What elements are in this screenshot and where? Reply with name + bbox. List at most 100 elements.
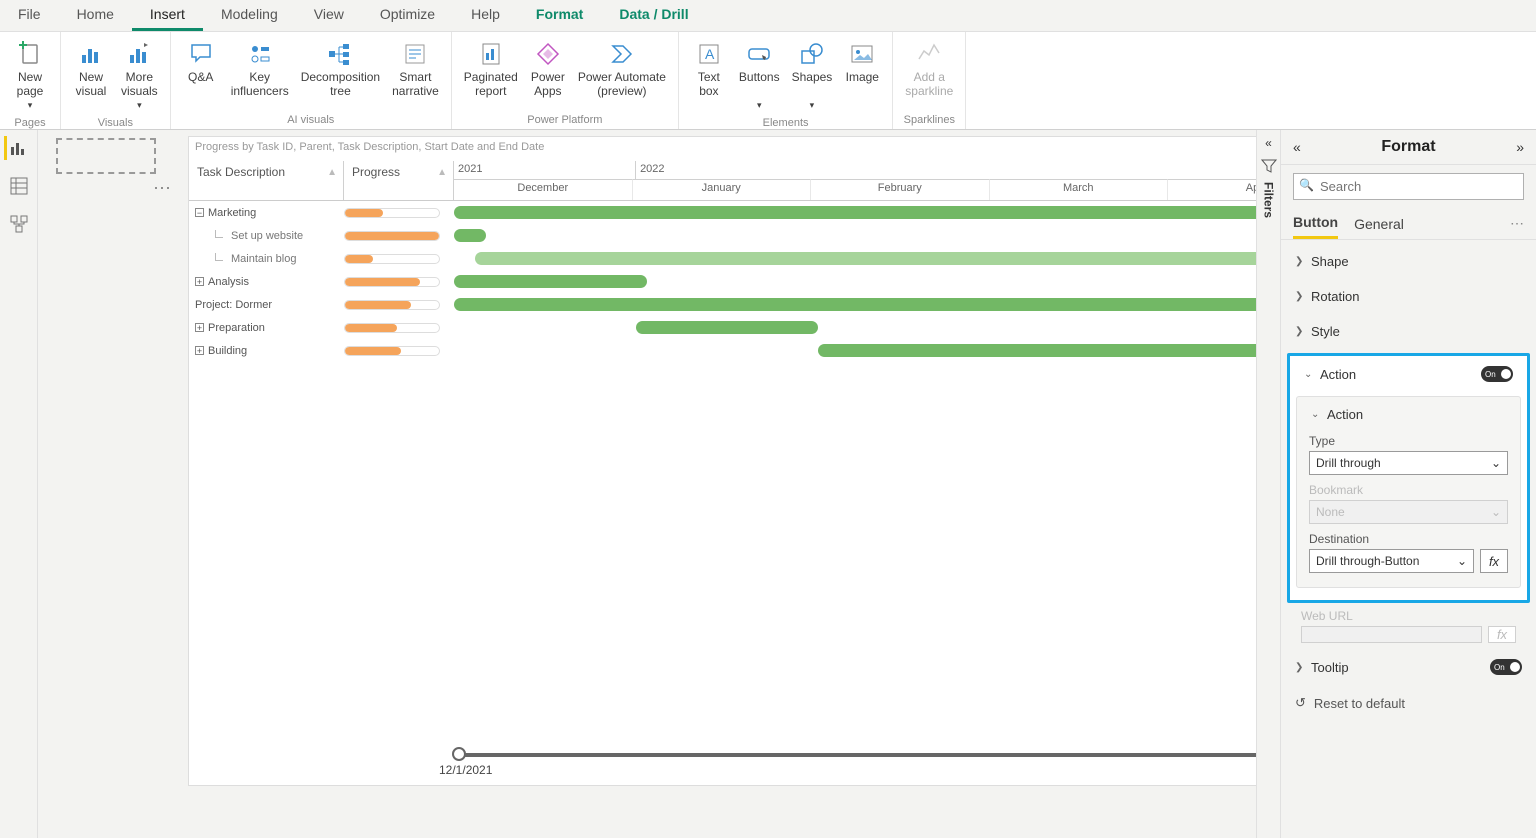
- menu-optimize[interactable]: Optimize: [362, 0, 453, 31]
- expander-icon[interactable]: +: [195, 323, 204, 332]
- text-box-button[interactable]: A Text box: [685, 36, 733, 102]
- menu-data-drill[interactable]: Data / Drill: [601, 0, 706, 31]
- format-tab-button[interactable]: Button: [1293, 208, 1338, 239]
- button-icon: [743, 40, 775, 68]
- task-name: Preparation: [208, 322, 265, 334]
- column-task[interactable]: Task Description▲: [189, 161, 344, 200]
- task-name: Building: [208, 345, 247, 357]
- shapes-button[interactable]: Shapes▾: [786, 36, 839, 116]
- chevron-right-icon: ❯: [1295, 256, 1305, 267]
- sort-icon: ▲: [437, 167, 447, 178]
- key-influencers-button[interactable]: Key influencers: [225, 36, 295, 102]
- ribbon-group-platform: Power Platform: [452, 113, 678, 129]
- report-view-icon[interactable]: [4, 136, 28, 160]
- progress-cell: [344, 208, 454, 218]
- menu-help[interactable]: Help: [453, 0, 518, 31]
- section-action[interactable]: ⌄ Action On: [1290, 356, 1527, 392]
- tooltip-toggle[interactable]: On: [1490, 659, 1522, 675]
- type-dropdown[interactable]: Drill through⌄: [1309, 451, 1508, 475]
- menu-file[interactable]: File: [0, 0, 59, 31]
- model-view-icon[interactable]: [7, 212, 31, 236]
- section-shape[interactable]: ❯Shape: [1281, 244, 1536, 279]
- filters-panel-collapsed[interactable]: « Filters: [1256, 130, 1280, 838]
- ribbon-group-sparklines: Sparklines: [893, 113, 965, 129]
- ribbon-group-ai: AI visuals: [171, 113, 451, 129]
- gantt-bar[interactable]: [475, 252, 1321, 265]
- weburl-input: [1301, 626, 1482, 643]
- gantt-bar[interactable]: [454, 206, 1332, 219]
- gantt-bar[interactable]: [454, 275, 647, 288]
- reset-to-default[interactable]: ↺ Reset to default: [1281, 685, 1536, 721]
- menu-format[interactable]: Format: [518, 0, 601, 31]
- paginated-report-button[interactable]: Paginated report: [458, 36, 524, 102]
- selected-button-visual[interactable]: [56, 138, 156, 174]
- format-search-input[interactable]: [1293, 173, 1524, 200]
- section-tooltip[interactable]: ❯ Tooltip On: [1281, 649, 1536, 685]
- power-apps-icon: [532, 40, 564, 68]
- visual-more-options[interactable]: ⋯: [153, 178, 171, 199]
- chevron-right-icon: ❯: [1295, 662, 1305, 673]
- slider-handle-start[interactable]: [452, 747, 466, 761]
- format-panel: « Format » 🔍 Button General ⋯ ❯Shape ❯Ro…: [1280, 130, 1536, 838]
- destination-dropdown[interactable]: Drill through-Button⌄: [1309, 549, 1474, 573]
- format-tab-general[interactable]: General: [1354, 210, 1404, 238]
- smart-narrative-button[interactable]: Smart narrative: [386, 36, 445, 102]
- search-icon: 🔍: [1299, 178, 1314, 192]
- weburl-fx-button: fx: [1488, 626, 1516, 643]
- slider-start-label: 12/1/2021: [439, 763, 492, 777]
- task-cell: + Building: [189, 345, 344, 357]
- menu-tabs: File Home Insert Modeling View Optimize …: [0, 0, 1536, 32]
- reset-icon: ↺: [1295, 695, 1306, 711]
- column-progress[interactable]: Progress▲: [344, 161, 454, 200]
- section-rotation[interactable]: ❯Rotation: [1281, 279, 1536, 314]
- task-name: Analysis: [208, 276, 249, 288]
- destination-label: Destination: [1309, 532, 1508, 546]
- chevron-down-icon: ⌄: [1311, 409, 1321, 420]
- new-page-button[interactable]: New page▾: [6, 36, 54, 116]
- qa-button[interactable]: Q&A: [177, 36, 225, 88]
- task-cell: Set up website: [189, 230, 344, 242]
- menu-insert[interactable]: Insert: [132, 0, 203, 31]
- expander-icon[interactable]: −: [195, 208, 204, 217]
- section-style[interactable]: ❯Style: [1281, 314, 1536, 349]
- task-cell: −Marketing: [189, 207, 344, 219]
- gantt-bar[interactable]: [454, 298, 1332, 311]
- progress-cell: [344, 300, 454, 310]
- expand-right-icon[interactable]: »: [1516, 139, 1524, 155]
- bookmark-dropdown: None⌄: [1309, 500, 1508, 524]
- new-visual-button[interactable]: New visual: [67, 36, 115, 102]
- menu-modeling[interactable]: Modeling: [203, 0, 296, 31]
- section-action-inner[interactable]: ⌄ Action: [1297, 397, 1520, 432]
- decomposition-tree-button[interactable]: Decomposition tree: [295, 36, 386, 102]
- tree-icon: [324, 40, 356, 68]
- task-name: Maintain blog: [231, 253, 296, 265]
- expander-icon[interactable]: +: [195, 277, 204, 286]
- key-influencers-icon: [244, 40, 276, 68]
- collapse-icon: «: [1265, 136, 1272, 150]
- menu-home[interactable]: Home: [59, 0, 132, 31]
- filter-icon: [1261, 158, 1277, 174]
- gantt-bar[interactable]: [636, 321, 818, 334]
- data-view-icon[interactable]: [7, 174, 31, 198]
- chevron-down-icon: ⌄: [1304, 369, 1314, 380]
- tree-connector: [215, 230, 223, 238]
- more-visuals-button[interactable]: More visuals▾: [115, 36, 164, 116]
- task-cell: Project: Dormer: [189, 299, 344, 311]
- tree-connector: [215, 253, 223, 261]
- power-apps-button[interactable]: Power Apps: [524, 36, 572, 102]
- menu-view[interactable]: View: [296, 0, 362, 31]
- format-tab-more[interactable]: ⋯: [1510, 215, 1524, 232]
- chevron-down-icon: ⌄: [1457, 554, 1467, 568]
- destination-fx-button[interactable]: fx: [1480, 549, 1508, 573]
- power-automate-button[interactable]: Power Automate (preview): [572, 36, 672, 102]
- chevron-down-icon: ⌄: [1491, 456, 1501, 470]
- task-name: Marketing: [208, 207, 256, 219]
- bookmark-label: Bookmark: [1309, 483, 1508, 497]
- expander-icon[interactable]: +: [195, 346, 204, 355]
- buttons-button[interactable]: Buttons▾: [733, 36, 786, 116]
- expand-icon[interactable]: «: [1293, 139, 1301, 155]
- image-button[interactable]: Image: [838, 36, 886, 88]
- action-toggle[interactable]: On: [1481, 366, 1513, 382]
- ribbon: New page▾ Pages New visual More visuals▾…: [0, 32, 1536, 130]
- gantt-bar[interactable]: [454, 229, 486, 242]
